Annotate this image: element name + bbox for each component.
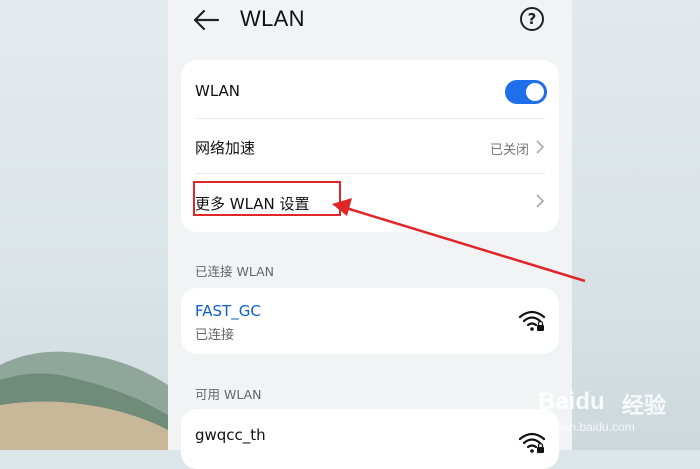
connected-section-title: 已连接 WLAN — [195, 264, 274, 279]
arrow-left-icon[interactable] — [192, 8, 220, 32]
network-acceleration-label: 网络加速 — [195, 139, 256, 157]
available-section-title: 可用 WLAN — [195, 387, 262, 402]
watermark-brand-latin: Baidu — [538, 388, 605, 415]
connected-network-name: FAST_GC — [195, 302, 261, 320]
network-acceleration-row[interactable]: 网络加速 已关闭 — [181, 119, 559, 173]
wifi-lock-icon — [518, 310, 546, 331]
settings-screen: WLAN ? WLAN 网络加速 已关闭 更多 WLAN 设置 已连接 WLAN — [168, 0, 572, 469]
available-network-card[interactable]: gwqcc_th — [181, 409, 559, 469]
landscape-image — [0, 351, 168, 450]
question-circle-icon[interactable]: ? — [520, 7, 544, 31]
wlan-label: WLAN — [195, 82, 241, 100]
page-title: WLAN — [240, 6, 305, 31]
connected-network-card[interactable]: FAST_GC 已连接 — [181, 288, 559, 354]
annotation-highlight-box — [193, 181, 341, 216]
available-network-name: gwqcc_th — [195, 426, 266, 444]
wlan-settings-card: WLAN 网络加速 已关闭 更多 WLAN 设置 — [181, 60, 559, 232]
paw-icon: du — [575, 388, 605, 415]
background-left — [0, 0, 168, 450]
wlan-toggle-row[interactable]: WLAN — [181, 60, 559, 118]
chevron-right-icon — [536, 140, 545, 154]
app-header: WLAN ? — [168, 0, 572, 44]
toggle-knob — [526, 83, 544, 101]
watermark-url: jingyan.baidu.com — [538, 420, 635, 434]
wlan-toggle-switch[interactable] — [505, 80, 547, 104]
watermark-brand-cn: 经验 — [622, 394, 667, 419]
baidu-jingyan-watermark: Baidu 经验 jingyan.baidu.com — [538, 376, 698, 436]
network-acceleration-status: 已关闭 — [489, 143, 529, 158]
chevron-right-icon — [536, 194, 545, 208]
connected-network-status: 已连接 — [195, 328, 235, 343]
